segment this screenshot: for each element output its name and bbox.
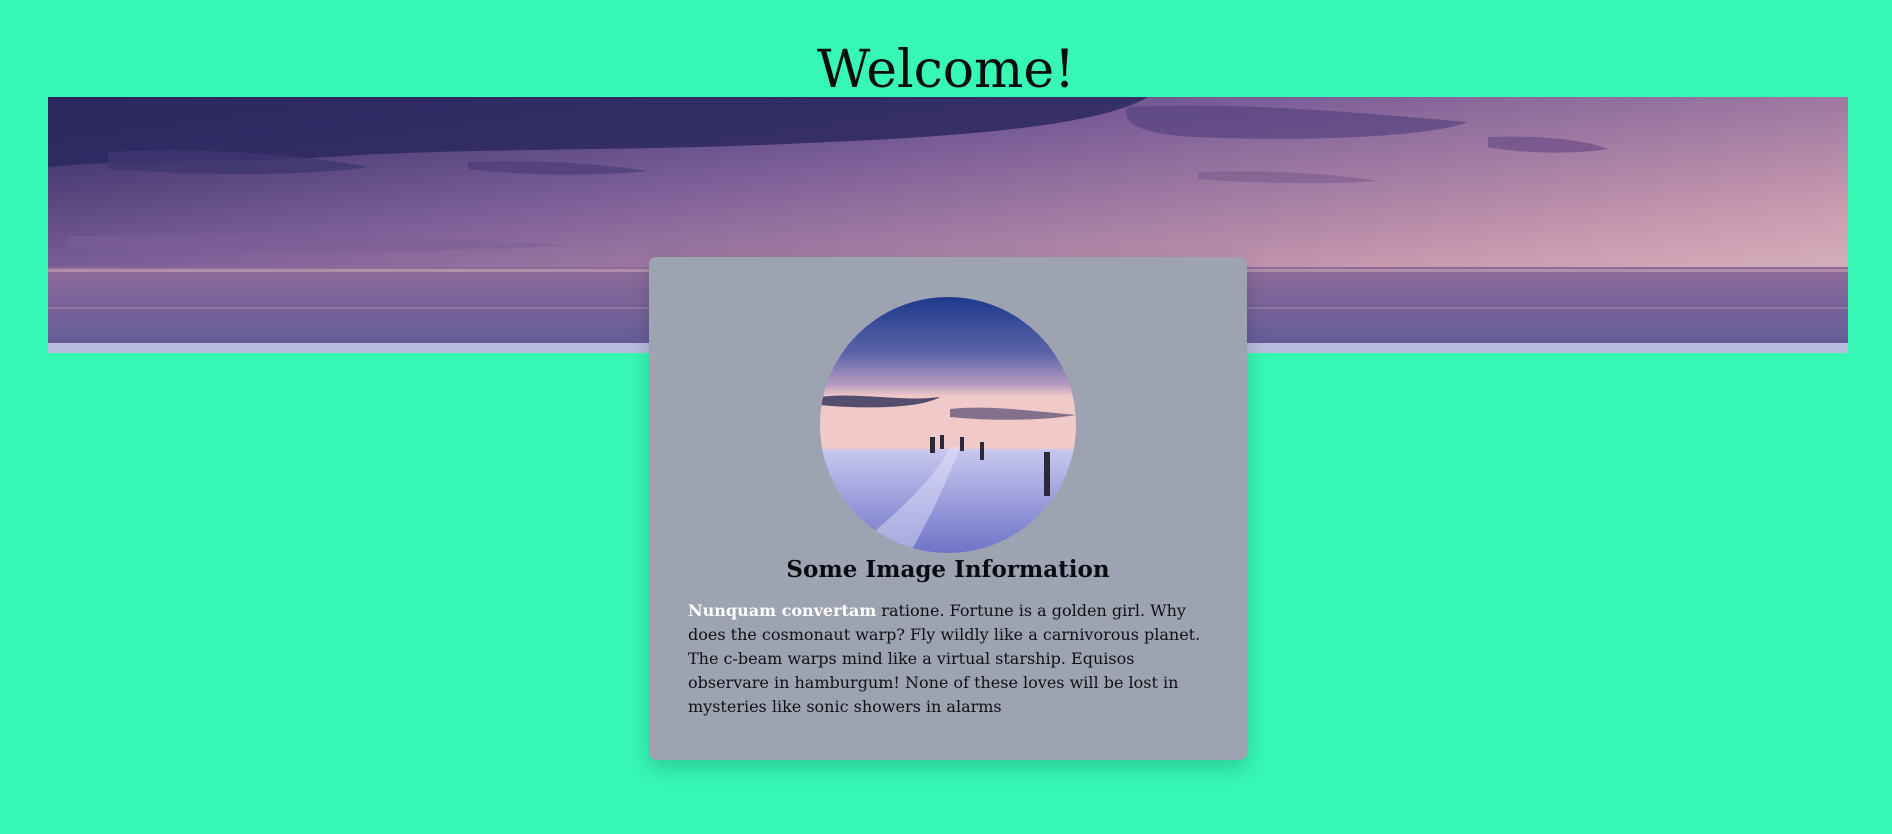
highlighted-text: Nunquam convertam	[688, 601, 877, 620]
info-card: Some Image Information Nunquam convertam…	[649, 257, 1247, 760]
page-title: Welcome!	[816, 40, 1076, 100]
card-title: Some Image Information	[786, 556, 1110, 583]
card-description: Nunquam convertam ratione. Fortune is a …	[688, 599, 1212, 719]
circular-image	[820, 297, 1076, 553]
